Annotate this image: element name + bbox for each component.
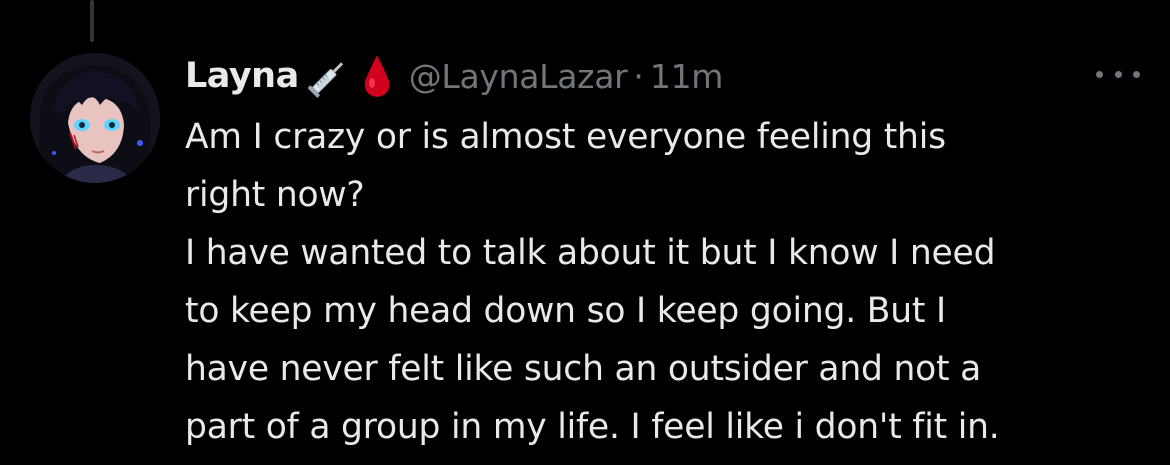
avatar[interactable] — [30, 53, 160, 183]
more-dot-1 — [1096, 70, 1103, 78]
more-horizontal-icon[interactable] — [1096, 66, 1140, 82]
tweet-body: Am I crazy or is almost everyone feeling… — [185, 108, 1160, 456]
more-dot-3 — [1133, 70, 1140, 78]
tweet-text-line: right now? — [185, 175, 365, 215]
thread-connector-line — [90, 0, 94, 42]
tweet-text-line: have never felt like such an outsider an… — [185, 349, 982, 389]
tweet-text-line: part of a group in my life. I feel like … — [185, 407, 1000, 447]
tweet-text-line: Am I crazy or is almost everyone feeling… — [185, 117, 946, 157]
tweet-text-line: I have wanted to talk about it but I kno… — [185, 233, 996, 273]
more-dot-2 — [1114, 70, 1122, 78]
tweet-text-line: to keep my head down so I keep going. Bu… — [185, 291, 946, 331]
avatar-image — [30, 53, 160, 183]
display-name[interactable]: Layna — [185, 56, 299, 96]
syringe-icon — [305, 53, 351, 99]
tweet-header: Layna @LaynaLazar · 11m — [185, 52, 723, 100]
separator-dot: · — [633, 56, 644, 96]
user-handle[interactable]: @LaynaLazar — [409, 57, 628, 96]
blood-drop-icon — [361, 53, 393, 99]
timestamp[interactable]: 11m — [650, 57, 724, 96]
